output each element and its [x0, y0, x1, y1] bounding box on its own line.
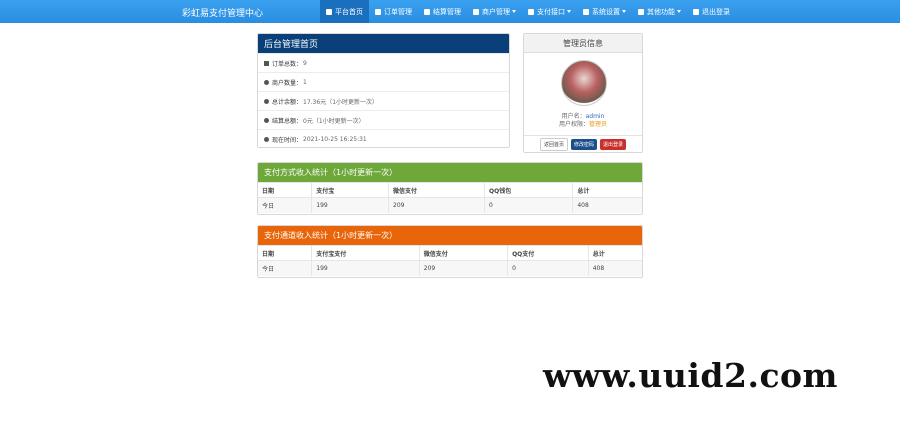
table-cell: 今日 — [258, 197, 313, 213]
cloud-icon — [424, 8, 430, 15]
admin-perm-line: 用户权限：管理员 — [558, 121, 608, 128]
list-item-merchant-count: 商户数量： 1 — [258, 72, 509, 91]
table-cell: 今日 — [258, 260, 313, 276]
table-cell: 199 — [311, 260, 420, 276]
home-icon — [326, 8, 332, 15]
table-header: QQ支付 — [507, 245, 589, 261]
change-password-button[interactable]: 修改密码 — [570, 138, 597, 150]
gear-icon — [583, 8, 589, 15]
main-nav: 平台首页 订单管理 结算管理 商户管理 支付接口 系统设置 其他功能 退出登录 — [320, 0, 736, 23]
watermark: www.uuid2.com — [543, 356, 838, 395]
admin-panel-title: 管理员信息 — [524, 34, 642, 53]
top-navbar: 彩虹易支付管理中心 平台首页 订单管理 结算管理 商户管理 支付接口 系统设置 … — [0, 0, 900, 23]
logout-button[interactable]: 退出登录 — [600, 138, 627, 150]
table-header: 微信支付 — [419, 245, 509, 261]
list-item-time: 现在时间： 2021-10-25 16:25:31 — [258, 129, 509, 147]
list-item-settled: 结算总额： 0元（1小时更新一次） — [258, 110, 509, 129]
card-icon — [528, 8, 534, 15]
pay-method-table: 日期 支付宝 微信支付 QQ钱包 总计 今日 199 209 0 408 — [258, 182, 642, 213]
table-cell: 0 — [507, 260, 589, 276]
chevron-down-icon — [622, 10, 626, 13]
clock-icon — [264, 136, 269, 142]
globe-icon — [638, 8, 644, 15]
drop-icon — [264, 117, 269, 123]
table-header: 支付宝支付 — [311, 245, 420, 261]
pay-method-title: 支付方式收入统计（1小时更新一次） — [258, 163, 642, 182]
table-cell: 408 — [588, 260, 642, 276]
table-cell: 408 — [572, 197, 642, 213]
nav-item-logout[interactable]: 退出登录 — [687, 0, 736, 23]
nav-item-home[interactable]: 平台首页 — [320, 0, 369, 23]
pay-channel-title: 支付通道收入统计（1小时更新一次） — [258, 226, 642, 245]
nav-item-orders[interactable]: 订单管理 — [369, 0, 418, 23]
drop-icon — [264, 79, 269, 85]
home-panel: 后台管理首页 订单总数： 9 商户数量： 1 总计余额： 17.36元（1小时更新一次… — [257, 33, 510, 148]
table-cell: 0 — [484, 197, 574, 213]
table-row: 今日 199 209 0 408 — [258, 197, 642, 213]
table-row: 今日 199 209 0 408 — [258, 260, 642, 276]
nav-item-system[interactable]: 系统设置 — [577, 0, 632, 23]
admin-panel: 管理员信息 用户名：admin 用户权限：管理员 返回首页 修改密码 退出登录 — [523, 33, 643, 153]
brand-title[interactable]: 彩虹易支付管理中心 — [182, 6, 263, 19]
pay-channel-panel: 支付通道收入统计（1小时更新一次） 日期 支付宝支付 微信支付 QQ支付 总计 … — [257, 225, 643, 278]
table-header: QQ钱包 — [484, 182, 574, 198]
nav-item-pay-api[interactable]: 支付接口 — [522, 0, 577, 23]
pay-channel-table: 日期 支付宝支付 微信支付 QQ支付 总计 今日 199 209 0 408 — [258, 245, 642, 276]
table-cell: 199 — [311, 197, 390, 213]
power-icon — [693, 8, 699, 15]
drop-icon — [264, 98, 269, 104]
home-panel-title: 后台管理首页 — [258, 34, 509, 53]
table-header: 总计 — [588, 245, 642, 261]
table-header: 微信支付 — [388, 182, 486, 198]
list-icon — [375, 8, 381, 15]
back-home-button[interactable]: 返回首页 — [539, 137, 568, 151]
table-header: 日期 — [258, 182, 313, 198]
list-item-order-count: 订单总数： 9 — [258, 53, 509, 72]
admin-permission: 管理员 — [589, 121, 608, 128]
table-cell: 209 — [388, 197, 486, 213]
user-icon — [473, 8, 479, 15]
chevron-down-icon — [512, 10, 516, 13]
list-item-balance: 总计余额： 17.36元（1小时更新一次） — [258, 91, 509, 110]
table-cell: 209 — [419, 260, 509, 276]
table-header: 日期 — [258, 245, 313, 261]
admin-button-row: 返回首页 修改密码 退出登录 — [524, 135, 642, 152]
chevron-down-icon — [567, 10, 571, 13]
table-header: 支付宝 — [311, 182, 390, 198]
bar-chart-icon — [264, 60, 269, 66]
table-header: 总计 — [572, 182, 642, 198]
avatar — [561, 60, 607, 106]
nav-item-other[interactable]: 其他功能 — [632, 0, 687, 23]
nav-item-settlement[interactable]: 结算管理 — [418, 0, 467, 23]
chevron-down-icon — [677, 10, 681, 13]
nav-item-merchants[interactable]: 商户管理 — [467, 0, 522, 23]
pay-method-panel: 支付方式收入统计（1小时更新一次） 日期 支付宝 微信支付 QQ钱包 总计 今日… — [257, 162, 643, 215]
